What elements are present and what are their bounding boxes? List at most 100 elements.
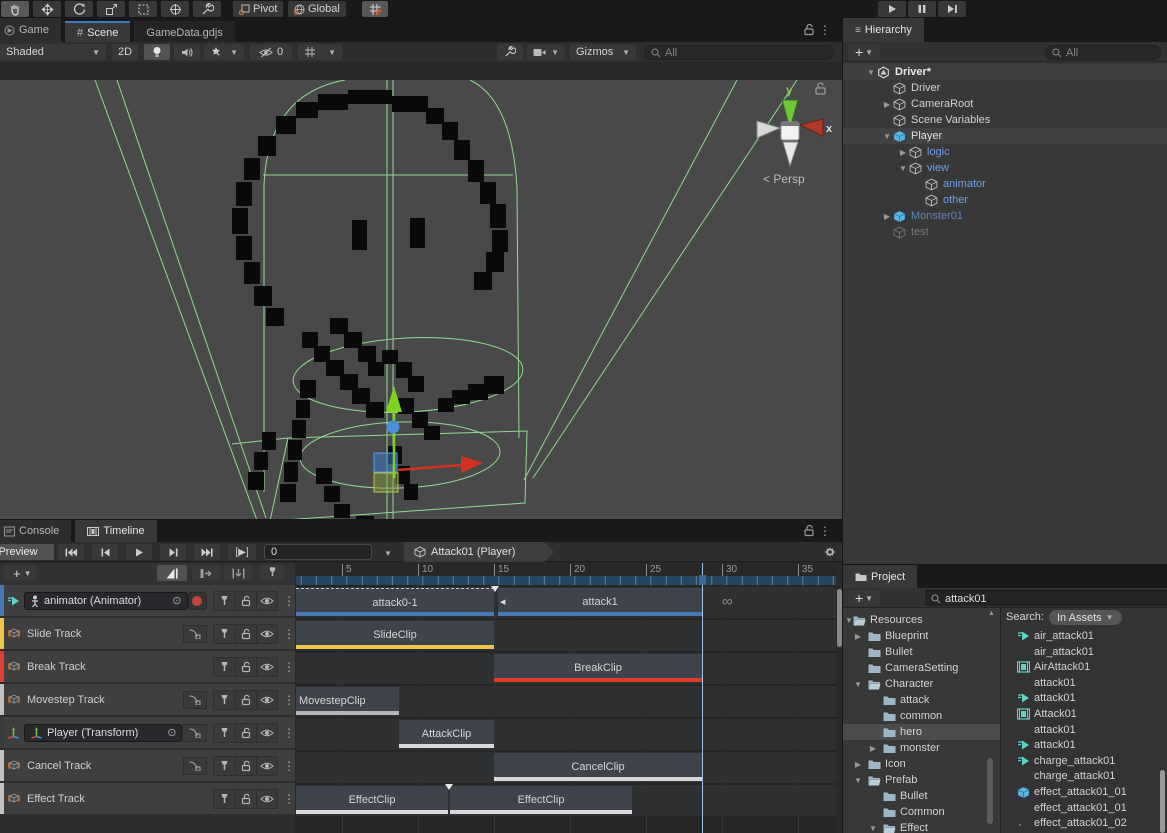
track-pin-button[interactable] [214,691,235,709]
track-menu-icon[interactable]: ⋮ [283,660,295,674]
folder-item-hero[interactable]: hero [843,724,1000,740]
folder-item-character[interactable]: ▼Character [843,676,1000,692]
foldout-arrow[interactable]: ▼ [852,776,864,785]
track-mute-button[interactable] [256,658,277,676]
foldout-arrow[interactable]: ▼ [897,164,909,173]
foldout-arrow[interactable]: ▼ [852,680,864,689]
lane-row[interactable] [296,719,836,750]
track-object-field[interactable]: animator (Animator)⊙ [24,592,188,610]
hierarchy-item-monster01[interactable]: ▶Monster01 [843,208,1167,224]
track-lock-button[interactable] [235,790,256,808]
folder-item-common[interactable]: common [843,708,1000,724]
result-item-airattack01[interactable]: AirAttack01 [1001,659,1167,675]
timeline-ruler[interactable]: 5101520253035 [296,563,836,585]
results-scrollbar-thumb[interactable] [1160,770,1165,833]
clip-effectclip[interactable]: EffectClip [450,786,632,814]
track-menu-icon[interactable]: ⋮ [283,693,295,707]
track-mute-button[interactable] [256,691,277,709]
tab-console[interactable]: Console [0,520,72,542]
replace-mode-button[interactable] [224,565,252,581]
track-header-movestep-track[interactable]: Movestep Track ⋮ [0,684,295,715]
folder-item-resources[interactable]: ▼Resources [843,612,1000,628]
result-item-attack01[interactable]: attack01 [1001,737,1167,753]
gizmos-dropdown[interactable]: Gizmos▼ [570,44,636,60]
pause-button[interactable] [908,1,936,17]
mix-mode-button[interactable] [157,565,187,581]
curves-toggle-button[interactable] [183,691,207,709]
project-search-input[interactable]: attack01 [925,590,1167,606]
frame-field[interactable]: 0 [264,544,372,560]
hierarchy-item-driver-[interactable]: ▼Driver* [843,64,1167,80]
track-lock-button[interactable] [235,625,256,643]
orientation-gizmo[interactable]: y x < Persp [740,80,843,195]
clip-boundary-marker[interactable] [491,586,499,592]
result-item-air_attack01[interactable]: air_attack01 [1001,628,1167,644]
transform-tool-button[interactable] [161,1,189,17]
folder-item-monster[interactable]: ▶monster [843,740,1000,756]
timeline-vscrollbar[interactable] [836,563,843,833]
timeline-play-button[interactable] [126,544,152,560]
folder-item-attack[interactable]: attack [843,692,1000,708]
track-lock-button[interactable] [235,724,256,742]
rect-tool-button[interactable] [129,1,157,17]
persp-label[interactable]: < Persp [763,172,805,186]
foldout-arrow[interactable]: ▼ [865,68,877,77]
grid-snap-button[interactable] [362,1,388,17]
folder-item-blueprint[interactable]: ▶Blueprint [843,628,1000,644]
result-item-effect_attack01_01[interactable]: effect_attack01_01 [1001,800,1167,816]
curves-toggle-button[interactable] [183,757,207,775]
scene-panel-menu-icon[interactable]: ⋮ [819,23,831,37]
track-header-break-track[interactable]: Break Track ⋮ [0,651,295,682]
track-header-player-transform-[interactable]: Player (Transform)⊙ ⋮ [0,717,295,748]
hierarchy-item-cameraroot[interactable]: ▶CameraRoot [843,96,1167,112]
play-button[interactable] [878,1,906,17]
tab-scene[interactable]: # Scene [65,21,131,43]
goto-end-button[interactable] [194,544,220,560]
scene-visibility-button[interactable]: 0 [250,44,292,60]
timeline-panel-menu-icon[interactable]: ⋮ [819,524,831,538]
scene-search-input[interactable]: All [644,45,834,60]
track-pin-button[interactable] [214,625,235,643]
folder-item-camerasetting[interactable]: CameraSetting [843,660,1000,676]
marker-toggle-button[interactable] [260,565,284,581]
track-mute-button[interactable] [256,592,277,610]
clip-cancelclip[interactable]: CancelClip [494,753,702,781]
result-item-attack01[interactable]: Attack01 [1001,706,1167,722]
hierarchy-item-test[interactable]: test [843,224,1167,240]
preview-toggle-button[interactable]: Preview [0,544,54,560]
track-header-slide-track[interactable]: Slide Track ⋮ [0,618,295,649]
track-mute-button[interactable] [256,724,277,742]
clip-attack0-1[interactable]: attack0-1 [296,588,494,616]
folder-item-icon[interactable]: ▶Icon [843,756,1000,772]
track-lock-button[interactable] [235,757,256,775]
custom-tool-button[interactable] [193,1,221,17]
track-lock-button[interactable] [235,691,256,709]
track-pin-button[interactable] [214,658,235,676]
folder-item-effect[interactable]: ▼Effect [843,820,1000,833]
track-menu-icon[interactable]: ⋮ [283,594,295,608]
2d-toggle-button[interactable]: 2D [112,44,138,60]
result-item-attack01[interactable]: attack01 [1001,675,1167,691]
timeline-vscrollbar-thumb[interactable] [837,589,842,647]
add-track-button[interactable]: +▼ [4,565,36,581]
timeline-settings-gear-icon[interactable] [823,545,837,559]
result-item-charge_attack01[interactable]: charge_attack01 [1001,753,1167,769]
track-mute-button[interactable] [256,790,277,808]
track-pin-button[interactable] [214,592,235,610]
track-menu-icon[interactable]: ⋮ [283,627,295,641]
shading-mode-dropdown[interactable]: Shaded▼ [0,44,106,60]
hierarchy-item-logic[interactable]: ▶logic [843,144,1167,160]
foldout-arrow[interactable]: ▶ [852,632,864,641]
result-item-air_attack01[interactable]: air_attack01 [1001,644,1167,660]
result-item-charge_attack01[interactable]: charge_attack01 [1001,768,1167,784]
folder-item-common[interactable]: Common [843,804,1000,820]
track-object-field[interactable]: Player (Transform)⊙ [24,724,182,742]
foldout-arrow[interactable]: ▶ [867,744,879,753]
search-scope-dropdown[interactable]: In Assets▼ [1049,610,1122,625]
audio-toggle-button[interactable] [174,44,200,60]
track-lock-button[interactable] [235,592,256,610]
tab-game[interactable]: Game [0,18,62,42]
folder-item-prefab[interactable]: ▼Prefab [843,772,1000,788]
playhead-marker[interactable] [699,575,706,585]
playhead[interactable] [702,563,703,833]
